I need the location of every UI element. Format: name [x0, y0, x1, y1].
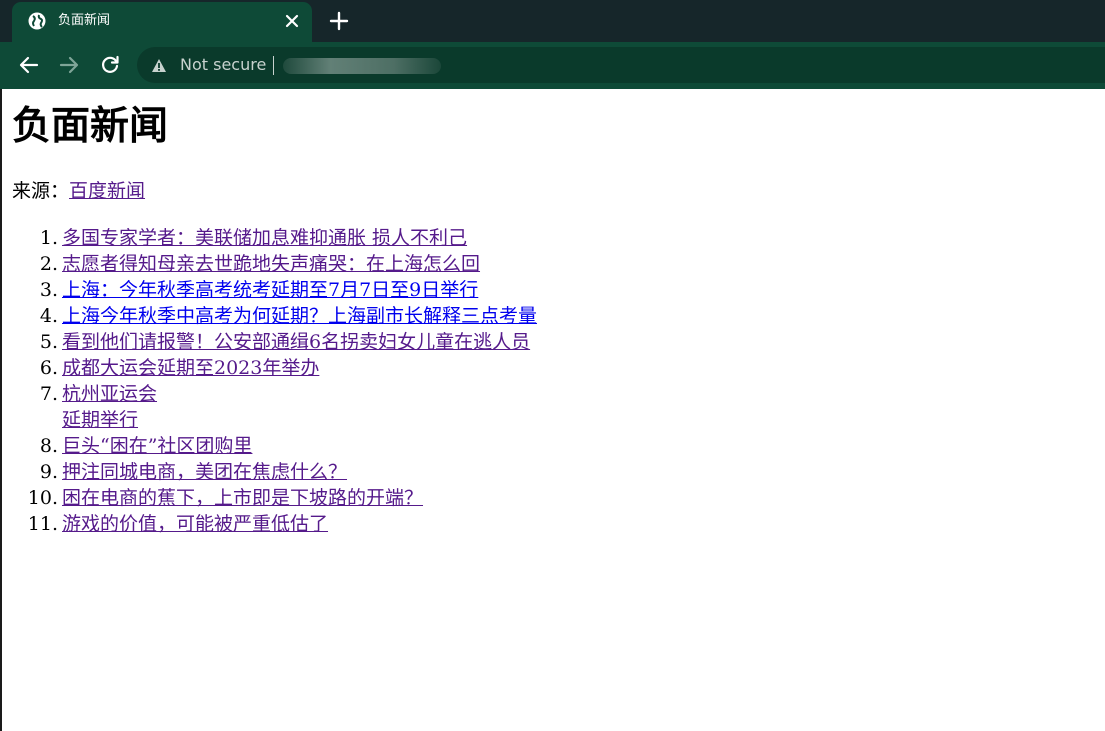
warning-icon[interactable] — [151, 58, 167, 73]
new-tab-icon[interactable] — [327, 9, 351, 33]
news-link[interactable]: 上海今年秋季中高考为何延期？上海副市长解释三点考量 — [62, 305, 537, 327]
news-link[interactable]: 押注同城电商，美团在焦虑什么？ — [62, 461, 347, 483]
tab-title: 负面新闻 — [58, 13, 111, 28]
news-link[interactable]: 巨头“困在”社区团购里 — [62, 435, 252, 457]
news-item: 1. 多国专家学者：美联储加息难抑通胀 损人不利己 — [12, 225, 1072, 251]
news-item-number: 4. — [39, 305, 58, 327]
browser-toolbar: Not secure — [0, 42, 1105, 89]
news-item: 2. 志愿者得知母亲去世跪地失声痛哭：在上海怎么回 — [12, 251, 1072, 277]
news-item: 10. 困在电商的蕉下，上市即是下坡路的开端？ — [12, 485, 1072, 511]
page-title: 负面新闻 — [12, 104, 169, 149]
news-item: 4. 上海今年秋季中高考为何延期？上海副市长解释三点考量 — [12, 303, 1072, 329]
news-item: 7. 杭州亚运会延期举行 — [12, 381, 1072, 433]
news-link[interactable]: 志愿者得知母亲去世跪地失声痛哭：在上海怎么回 — [62, 253, 480, 275]
news-item-number: 6. — [39, 357, 58, 379]
news-link-text: 志愿者得知母亲去世跪地失声痛哭：在上海怎么回 — [62, 253, 481, 275]
source-prefix: 来源： — [12, 180, 70, 202]
browser-tabstrip: 负面新闻 — [0, 0, 1105, 44]
news-link-text: 困在电商的蕉下，上市即是下坡路的开端？ — [62, 487, 424, 509]
source-link[interactable]: 百度新闻 — [69, 180, 145, 202]
url-text-redacted[interactable] — [283, 58, 441, 74]
reload-icon[interactable] — [99, 54, 121, 76]
news-link-text: 杭州亚运会 — [62, 383, 158, 405]
window-edge — [0, 89, 2, 731]
news-item-number: 8. — [39, 435, 58, 457]
news-item-number: 7. — [39, 383, 58, 405]
news-item-number: 9. — [39, 461, 58, 483]
news-item-number: 5. — [39, 331, 58, 353]
news-link-text: 上海：今年秋季高考统考延期至7月7日至9日举行 — [62, 279, 479, 301]
news-item-number: 1. — [39, 227, 58, 249]
security-label[interactable]: Not secure — [180, 55, 266, 75]
news-item-number: 11. — [27, 513, 58, 535]
news-item: 9. 押注同城电商，美团在焦虑什么？ — [12, 459, 1072, 485]
news-link[interactable]: 多国专家学者：美联储加息难抑通胀 损人不利己 — [62, 227, 467, 249]
news-link[interactable]: 看到他们请报警！公安部通缉6名拐卖妇女儿童在逃人员 — [62, 331, 530, 353]
news-link-text: 巨头“困在”社区团购里 — [62, 435, 253, 457]
news-link-text: 看到他们请报警！公安部通缉6名拐卖妇女儿童在逃人员 — [62, 331, 531, 353]
news-link-text: 多国专家学者：美联储加息难抑通胀 损人不利己 — [62, 227, 468, 249]
news-item-number: 10. — [27, 487, 58, 509]
news-link-text: 游戏的价值，可能被严重低估了 — [62, 513, 329, 535]
news-link[interactable]: 困在电商的蕉下，上市即是下坡路的开端？ — [62, 487, 423, 509]
news-item: 6. 成都大运会延期至2023年举办 — [12, 355, 1072, 381]
news-item: 11. 游戏的价值，可能被严重低估了 — [12, 511, 1072, 537]
forward-arrow-icon[interactable] — [58, 54, 80, 76]
news-item-number: 2. — [39, 253, 58, 275]
address-bar[interactable]: Not secure — [137, 47, 1105, 83]
news-list: 1. 多国专家学者：美联储加息难抑通胀 损人不利己 2. 志愿者得知母亲去世跪地失声痛… — [12, 225, 1072, 537]
news-link-text: 成都大运会延期至2023年举办 — [62, 357, 320, 379]
back-arrow-icon[interactable] — [18, 54, 40, 76]
news-link-text: 上海今年秋季中高考为何延期？上海副市长解释三点考量 — [62, 305, 538, 327]
source-line: 来源：百度新闻 — [12, 179, 145, 203]
news-link[interactable]: 成都大运会延期至2023年举办 — [62, 357, 319, 379]
news-item: 8. 巨头“困在”社区团购里 — [12, 433, 1072, 459]
news-link[interactable]: 杭州亚运会 延期举行 — [62, 383, 157, 431]
news-item: 5. 看到他们请报警！公安部通缉6名拐卖妇女儿童在逃人员 — [12, 329, 1072, 355]
url-separator — [273, 56, 274, 75]
news-link[interactable]: 上海：今年秋季高考统考延期至7月7日至9日举行 — [62, 279, 478, 301]
news-link-text: 押注同城电商，美团在焦虑什么？ — [62, 461, 348, 483]
news-item: 3. 上海：今年秋季高考统考延期至7月7日至9日举行 — [12, 277, 1072, 303]
news-item-number: 3. — [39, 279, 58, 301]
news-link[interactable]: 游戏的价值，可能被严重低估了 — [62, 513, 328, 535]
news-link-text: 延期举行 — [62, 409, 139, 431]
browser-tab[interactable]: 负面新闻 — [12, 2, 312, 44]
close-icon[interactable] — [282, 11, 302, 31]
globe-icon — [28, 12, 46, 30]
